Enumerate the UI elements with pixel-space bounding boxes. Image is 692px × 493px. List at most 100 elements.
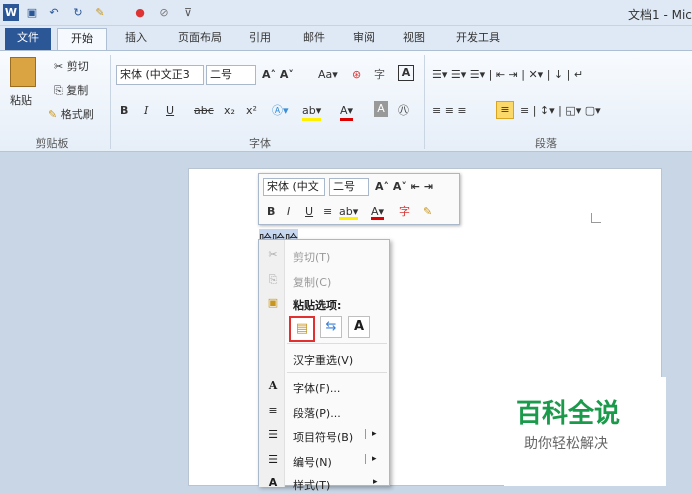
mini-highlight-button[interactable]: ab▾ xyxy=(339,202,359,220)
clear-format-button[interactable]: ⊛ xyxy=(352,65,361,85)
justify-button[interactable]: ≡ xyxy=(496,101,514,119)
font-size-select[interactable]: 二号 xyxy=(206,65,256,85)
menu-item-hanzi-reselect[interactable]: 汉字重选(V) xyxy=(293,352,353,368)
separator xyxy=(110,55,111,149)
divider xyxy=(287,372,387,373)
mini-format-painter-icon[interactable]: ✎ xyxy=(423,202,432,222)
divider xyxy=(287,343,387,344)
watermark-subtitle: 助你轻松解决 xyxy=(524,436,608,452)
window-title: 文档1 - Micros xyxy=(628,8,692,22)
menu-item-copy[interactable]: 复制(C) xyxy=(293,274,331,290)
strike-button[interactable]: abc xyxy=(194,101,214,121)
scissors-icon: ✂ xyxy=(268,248,278,261)
font-icon: A xyxy=(268,379,278,392)
paste-icon[interactable] xyxy=(10,57,36,87)
separator xyxy=(424,55,425,149)
mini-toolbar: 宋体 (中文 二号 A˄ A˅ ⇤ ⇥ B I U ≡ ab▾ A▾ 字 ✎ xyxy=(258,173,460,225)
superscript-button[interactable]: x² xyxy=(246,101,257,121)
menu-item-paragraph[interactable]: 段落(P)... xyxy=(293,405,341,421)
title-bar: W ▣ ↶ ↻ ✎ ● ⊘ ⊽ 文档1 - Micros xyxy=(0,0,692,26)
group-clipboard-label: 剪贴板 xyxy=(35,137,69,150)
paste-text-only-button[interactable]: A xyxy=(348,316,370,338)
paste-keep-formatting-button[interactable]: ▤ xyxy=(289,316,315,342)
mini-font-select[interactable]: 宋体 (中文 xyxy=(263,178,325,196)
tab-insert[interactable]: 插入 xyxy=(118,28,154,50)
tab-file[interactable]: 文件 xyxy=(5,28,51,50)
mini-size-select[interactable]: 二号 xyxy=(329,178,369,196)
mini-bold-button[interactable]: B xyxy=(267,202,275,222)
margin-mark xyxy=(591,213,601,223)
tab-review[interactable]: 审阅 xyxy=(346,28,382,50)
context-menu: ✂ 剪切(T) ⎘ 复制(C) ▣ 粘贴选项: 汉字重选(V) A 字体(F).… xyxy=(258,239,390,492)
tab-mailings[interactable]: 邮件 xyxy=(296,28,332,50)
mini-italic-button[interactable]: I xyxy=(287,202,290,222)
numbering-icon: ☰ xyxy=(268,453,278,466)
word-logo-icon[interactable]: W xyxy=(3,4,19,21)
mini-phonetic-button[interactable]: 字 xyxy=(399,202,410,222)
tab-references[interactable]: 引用 xyxy=(242,28,278,50)
color-icon[interactable]: ● xyxy=(132,4,148,21)
mini-center-button[interactable]: ≡ xyxy=(323,202,332,222)
watermark-title: 百科全说 xyxy=(516,399,621,429)
italic-button[interactable]: I xyxy=(144,101,148,121)
paste-button[interactable]: 粘贴 xyxy=(10,91,32,111)
align-buttons[interactable]: ≡ ≡ ≡ xyxy=(432,101,467,121)
cut-button[interactable]: ✂ 剪切 xyxy=(54,57,89,77)
submenu-arrow-icon: ▸ xyxy=(365,429,377,439)
mini-grow-button[interactable]: A˄ A˅ ⇤ ⇥ xyxy=(375,177,433,197)
grow-font-button[interactable]: A˄ A˅ xyxy=(262,65,294,85)
highlight-button[interactable]: ab▾ xyxy=(302,101,322,121)
phonetic-button[interactable]: 字 xyxy=(374,65,385,85)
paragraph-icon: ≡ xyxy=(268,404,278,417)
enclose-char-button[interactable]: ㊇ xyxy=(398,101,409,121)
font-name-select[interactable]: 宋体 (中文正3 xyxy=(116,65,204,85)
mini-underline-button[interactable]: U xyxy=(305,202,313,222)
bold-button[interactable]: B xyxy=(120,101,128,121)
paste-icon: ▣ xyxy=(267,296,279,309)
menu-item-styles[interactable]: 样式(T) xyxy=(293,477,330,493)
clear-icon[interactable]: ⊘ xyxy=(156,4,172,21)
bullets-button[interactable]: ☰▾ ☰▾ ☰▾ | ⇤ ⇥ | ✕▾ | ↓ | ↵ xyxy=(432,65,583,85)
subscript-button[interactable]: x₂ xyxy=(224,101,235,121)
group-font-label: 字体 xyxy=(249,137,271,150)
tab-view[interactable]: 视图 xyxy=(396,28,432,50)
paste-merge-formatting-button[interactable]: ⇆ xyxy=(320,316,342,338)
underline-button[interactable]: U xyxy=(166,101,174,121)
menu-item-cut[interactable]: 剪切(T) xyxy=(293,249,330,265)
copy-label: 复制 xyxy=(66,84,89,97)
menu-item-numbering[interactable]: 编号(N) xyxy=(293,454,332,470)
customize-icon[interactable]: ⊽ xyxy=(180,4,196,21)
brush-icon: ✎ xyxy=(48,108,61,121)
ribbon: 粘贴 ✂ 剪切 ⎘ 复制 ✎ 格式刷 剪贴板 宋体 (中文正3 二号 A˄ A˅… xyxy=(0,50,692,152)
tab-layout[interactable]: 页面布局 xyxy=(170,28,230,50)
format-painter-icon[interactable]: ✎ xyxy=(92,4,108,21)
redo-icon[interactable]: ↻ xyxy=(70,4,86,21)
copy-icon: ⎘ xyxy=(268,273,278,286)
cut-label: 剪切 xyxy=(66,60,89,73)
text-effect-button[interactable]: Ⓐ▾ xyxy=(272,101,289,121)
watermark: 百科全说 助你轻松解决 xyxy=(504,377,666,486)
scissors-icon: ✂ xyxy=(54,60,67,73)
menu-item-font[interactable]: 字体(F)... xyxy=(293,380,340,396)
format-painter-button[interactable]: ✎ 格式刷 xyxy=(48,105,94,125)
format-painter-label: 格式刷 xyxy=(60,108,94,121)
group-paragraph-label: 段落 xyxy=(535,137,557,150)
distribute-button[interactable]: ≡ | ↕▾ | ◱▾ ▢▾ xyxy=(520,101,601,121)
menu-paste-options-header: 粘贴选项: xyxy=(293,299,342,312)
save-icon[interactable]: ▣ xyxy=(24,4,40,21)
bullets-icon: ☰ xyxy=(268,428,278,441)
ribbon-tabs: 文件 开始 插入 页面布局 引用 邮件 审阅 视图 开发工具 xyxy=(0,26,692,50)
char-shading-button[interactable]: A xyxy=(374,101,388,117)
font-color-button[interactable]: A▾ xyxy=(340,101,354,121)
menu-item-bullets[interactable]: 项目符号(B) xyxy=(293,429,353,445)
copy-button[interactable]: ⎘ 复制 xyxy=(54,81,88,101)
submenu-arrow-icon: ▸ xyxy=(365,454,377,464)
tab-developer[interactable]: 开发工具 xyxy=(448,28,508,50)
mini-font-color-button[interactable]: A▾ xyxy=(371,202,385,220)
styles-icon: A xyxy=(268,476,278,489)
change-case-button[interactable]: Aa▾ xyxy=(318,65,338,85)
undo-icon[interactable]: ↶ xyxy=(46,4,62,21)
tab-home[interactable]: 开始 xyxy=(57,28,107,50)
char-border-button[interactable]: A xyxy=(398,65,414,81)
copy-icon: ⎘ xyxy=(54,84,67,97)
